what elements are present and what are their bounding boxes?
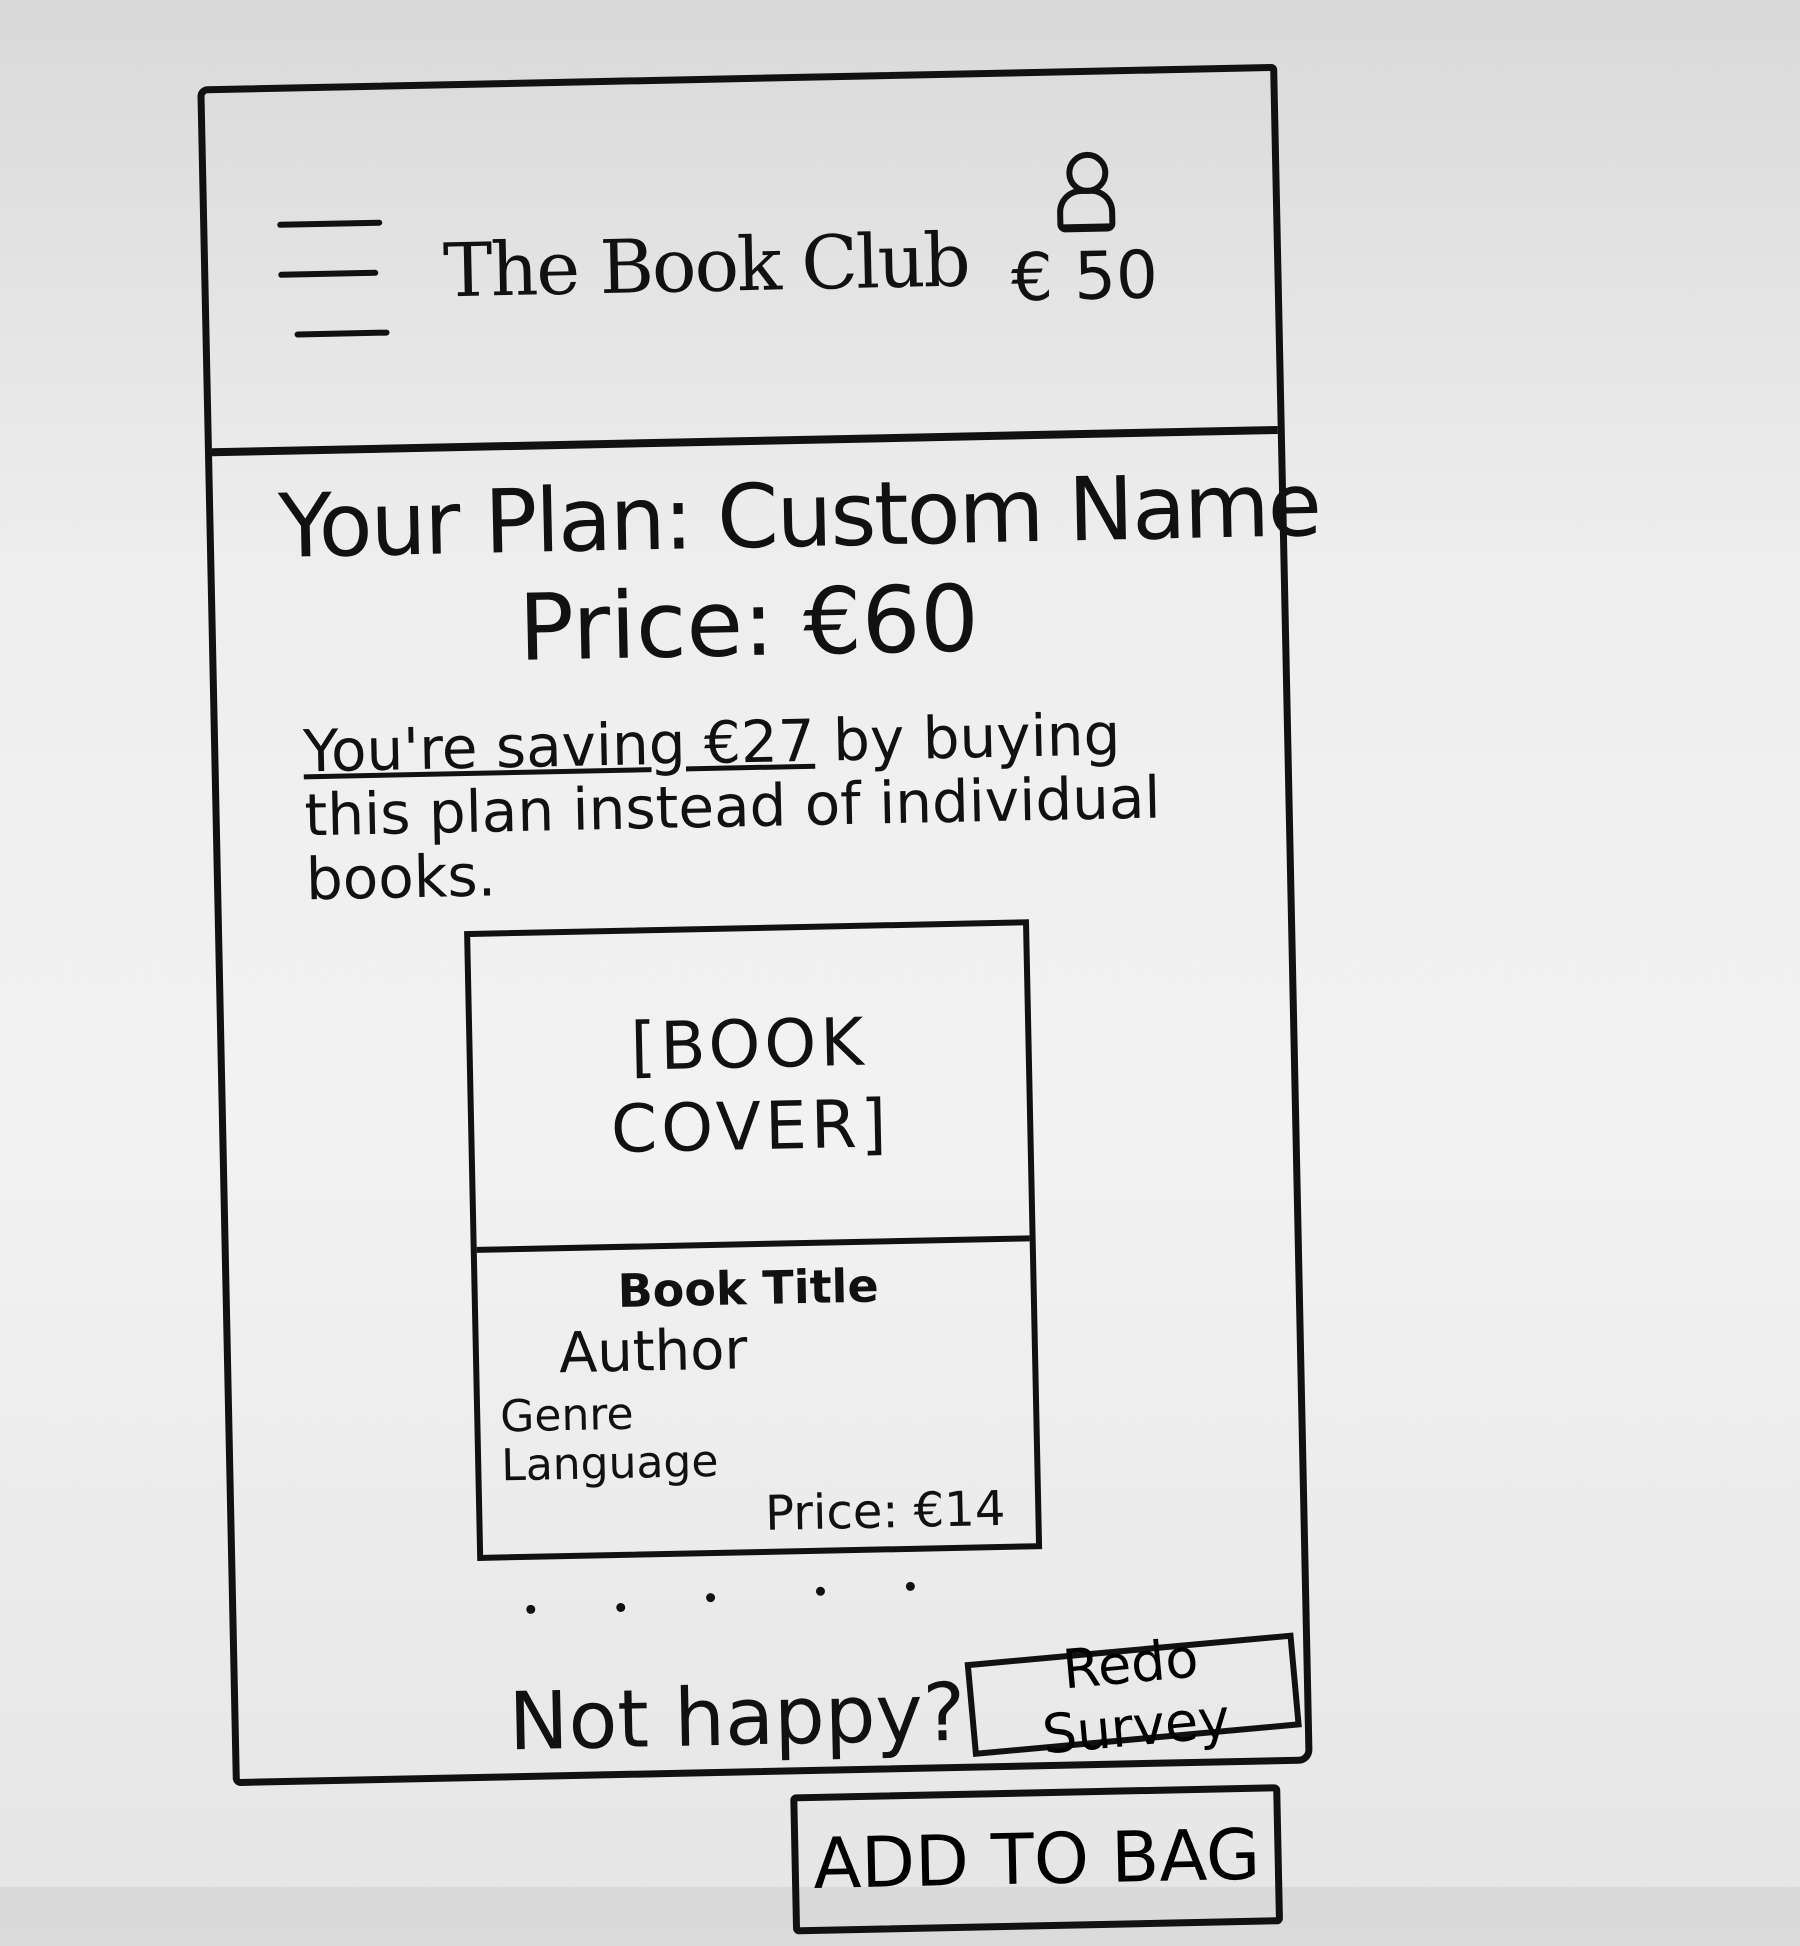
book-info: Book Title Author Genre Language Price: … bbox=[497, 1246, 1016, 1545]
plan-content: Your Plan: Custom Name Price: €60 You're… bbox=[212, 434, 1321, 1935]
user-icon[interactable] bbox=[1052, 149, 1116, 233]
plan-title: Your Plan: Custom Name bbox=[277, 453, 1321, 578]
book-title: Book Title bbox=[617, 1258, 880, 1318]
book-price: Price: €14 bbox=[764, 1480, 1006, 1542]
app-title: The Book Club bbox=[442, 217, 970, 315]
pager-dot[interactable] bbox=[705, 1592, 716, 1603]
redo-survey-button[interactable]: Redo Survey bbox=[964, 1626, 1302, 1766]
account-balance: € 50 bbox=[1010, 236, 1159, 317]
pager-dot[interactable] bbox=[815, 1586, 826, 1596]
account-area[interactable]: € 50 bbox=[987, 148, 1180, 317]
not-happy-label: Not happy? bbox=[507, 1665, 967, 1769]
pager-dot[interactable] bbox=[905, 1581, 915, 1591]
menu-line bbox=[277, 219, 383, 228]
hamburger-menu-icon[interactable] bbox=[277, 219, 390, 347]
app-header: The Book Club € 50 bbox=[204, 71, 1278, 457]
book-cover-placeholder: [BOOK COVER] bbox=[470, 925, 1030, 1253]
book-cover-label: [BOOK COVER] bbox=[610, 1003, 892, 1169]
user-icon-body bbox=[1056, 187, 1116, 233]
pager-dot[interactable] bbox=[616, 1602, 626, 1613]
menu-line bbox=[294, 329, 390, 338]
pager-dot[interactable] bbox=[526, 1604, 536, 1614]
book-card[interactable]: [BOOK COVER] Book Title Author Genre Lan… bbox=[464, 919, 1043, 1561]
book-author: Author bbox=[558, 1317, 749, 1387]
menu-line bbox=[278, 269, 379, 278]
phone-frame: The Book Club € 50 Your Plan: Custom Nam… bbox=[197, 63, 1321, 1935]
add-to-bag-button[interactable]: ADD TO BAG bbox=[790, 1784, 1284, 1935]
plan-price: Price: €60 bbox=[517, 565, 980, 682]
carousel-pager[interactable] bbox=[526, 1574, 1047, 1615]
savings-message: You're saving €27 by buying this plan in… bbox=[303, 700, 1233, 913]
